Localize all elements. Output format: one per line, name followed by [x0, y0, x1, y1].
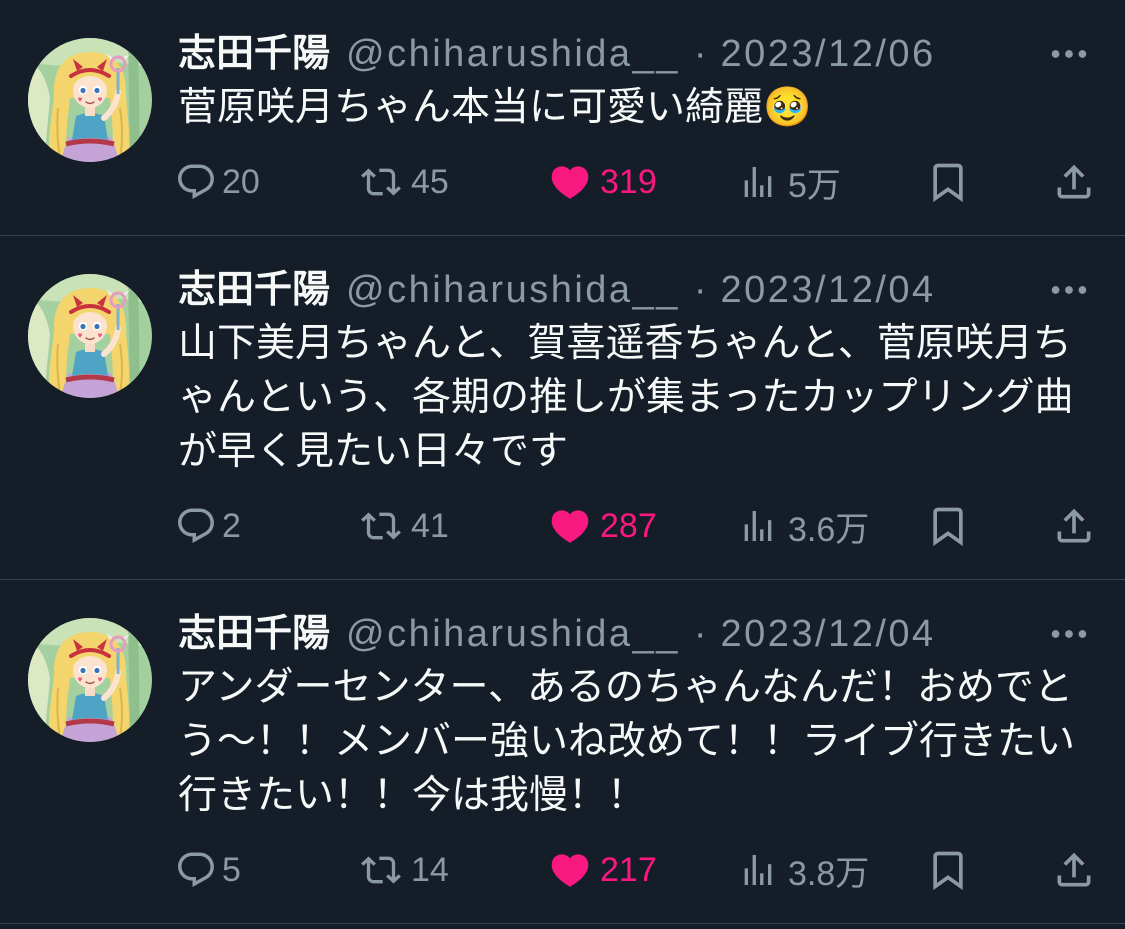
views-count: 3.6万 — [788, 510, 870, 549]
reply-count: 2 — [222, 506, 241, 545]
bookmark-icon — [926, 504, 970, 548]
share-button[interactable] — [1052, 155, 1096, 209]
views-button[interactable]: 3.8万 — [738, 843, 869, 897]
retweet-button[interactable]: 14 — [361, 843, 449, 897]
reply-button[interactable]: 2 — [175, 499, 241, 553]
views-button[interactable]: 5万 — [738, 155, 841, 209]
tweet-header: 志田千陽 @chiharushida__ · 2023/12/04 — [178, 607, 1038, 661]
retweet-count: 14 — [411, 850, 449, 889]
tweet-text: 菅原咲月ちゃん本当に可愛い綺麗🥹 — [178, 81, 1098, 135]
share-button[interactable] — [1052, 843, 1096, 897]
bookmark-button[interactable] — [926, 155, 970, 209]
tweet-feed: 志田千陽 @chiharushida__ · 2023/12/06 菅原咲月ちゃ… — [0, 0, 1125, 924]
tweet-actions: 5 14 217 3.8万 — [178, 843, 1108, 897]
like-count: 287 — [600, 506, 657, 545]
tweet[interactable]: 志田千陽 @chiharushida__ · 2023/12/06 菅原咲月ちゃ… — [0, 0, 1125, 236]
reply-icon — [175, 161, 217, 203]
reply-icon — [175, 505, 217, 547]
author-handle[interactable]: @chiharushida__ — [346, 263, 680, 317]
views-bar-chart-icon — [738, 162, 778, 202]
tweet-header: 志田千陽 @chiharushida__ · 2023/12/06 — [178, 27, 1038, 81]
more-options-button[interactable] — [1046, 31, 1092, 77]
share-icon — [1052, 848, 1096, 892]
tweet-text: アンダーセンター、あるのちゃんなんだ！おめでと う〜！！メンバー強いね改めて！！… — [178, 661, 1098, 823]
reply-icon — [175, 849, 217, 891]
dot-separator: · — [693, 613, 707, 655]
author-handle[interactable]: @chiharushida__ — [346, 607, 680, 661]
avatar[interactable] — [28, 274, 152, 398]
retweet-count: 41 — [411, 506, 449, 545]
like-count: 319 — [600, 162, 657, 201]
author-name[interactable]: 志田千陽 — [178, 263, 330, 317]
tweet-actions: 20 45 319 5万 — [178, 155, 1108, 209]
tweet-text-line: が早く見たい日々です — [178, 430, 569, 473]
avatar-image — [28, 618, 152, 742]
tweet-header: 志田千陽 @chiharushida__ · 2023/12/04 — [178, 263, 1038, 317]
retweet-button[interactable]: 41 — [361, 499, 449, 553]
bookmark-button[interactable] — [926, 499, 970, 553]
tweet-text-line: 山下美月ちゃんと、賀喜遥香ちゃんと、菅原咲月ち — [178, 322, 1072, 365]
heart-filled-icon — [548, 504, 592, 548]
retweet-icon — [361, 506, 401, 546]
reply-count: 20 — [222, 162, 260, 201]
heart-filled-icon — [548, 160, 592, 204]
tweet-date[interactable]: 2023/12/06 — [721, 27, 936, 81]
tweet-text-line: アンダーセンター、あるのちゃんなんだ！おめでと — [178, 666, 1074, 709]
more-horizontal-icon — [1046, 31, 1092, 77]
views-bar-chart-icon — [738, 850, 778, 890]
share-button[interactable] — [1052, 499, 1096, 553]
bookmark-icon — [926, 160, 970, 204]
tweet-text: 山下美月ちゃんと、賀喜遥香ちゃんと、菅原咲月ち ゃんという、各期の推しが集まった… — [178, 317, 1098, 479]
retweet-icon — [361, 162, 401, 202]
avatar[interactable] — [28, 38, 152, 162]
tweet-text-line: ゃんという、各期の推しが集まったカップリング曲 — [178, 376, 1074, 419]
views-count: 3.8万 — [788, 854, 870, 893]
more-horizontal-icon — [1046, 611, 1092, 657]
tweet-actions: 2 41 287 3.6万 — [178, 499, 1108, 553]
bookmark-button[interactable] — [926, 843, 970, 897]
views-bar-chart-icon — [738, 506, 778, 546]
like-button[interactable]: 287 — [548, 499, 657, 553]
share-icon — [1052, 160, 1096, 204]
tweet-date[interactable]: 2023/12/04 — [721, 607, 936, 661]
author-name[interactable]: 志田千陽 — [178, 607, 330, 661]
like-button[interactable]: 217 — [548, 843, 657, 897]
author-name[interactable]: 志田千陽 — [178, 27, 330, 81]
retweet-count: 45 — [411, 162, 449, 201]
tweet[interactable]: 志田千陽 @chiharushida__ · 2023/12/04 アンダーセン… — [0, 580, 1125, 924]
retweet-button[interactable]: 45 — [361, 155, 449, 209]
retweet-icon — [361, 850, 401, 890]
views-count: 5万 — [788, 166, 841, 205]
dot-separator: · — [693, 33, 707, 75]
tweet-date[interactable]: 2023/12/04 — [721, 263, 936, 317]
reply-button[interactable]: 5 — [175, 843, 241, 897]
avatar-image — [28, 274, 152, 398]
dot-separator: · — [693, 269, 707, 311]
reply-button[interactable]: 20 — [175, 155, 260, 209]
author-handle[interactable]: @chiharushida__ — [346, 27, 680, 81]
more-options-button[interactable] — [1046, 611, 1092, 657]
tweet-text-line: う〜！！メンバー強いね改めて！！ライブ行きたい — [178, 720, 1076, 763]
bookmark-icon — [926, 848, 970, 892]
reply-count: 5 — [222, 850, 241, 889]
like-count: 217 — [600, 850, 657, 889]
share-icon — [1052, 504, 1096, 548]
tweet-text-line: 行きたい！！今は我慢！！ — [178, 774, 647, 817]
views-button[interactable]: 3.6万 — [738, 499, 869, 553]
tweet-text-line: 菅原咲月ちゃん本当に可愛い綺麗🥹 — [178, 86, 812, 129]
more-horizontal-icon — [1046, 267, 1092, 313]
tweet[interactable]: 志田千陽 @chiharushida__ · 2023/12/04 山下美月ちゃ… — [0, 236, 1125, 580]
avatar[interactable] — [28, 618, 152, 742]
heart-filled-icon — [548, 848, 592, 892]
like-button[interactable]: 319 — [548, 155, 657, 209]
more-options-button[interactable] — [1046, 267, 1092, 313]
avatar-image — [28, 38, 152, 162]
